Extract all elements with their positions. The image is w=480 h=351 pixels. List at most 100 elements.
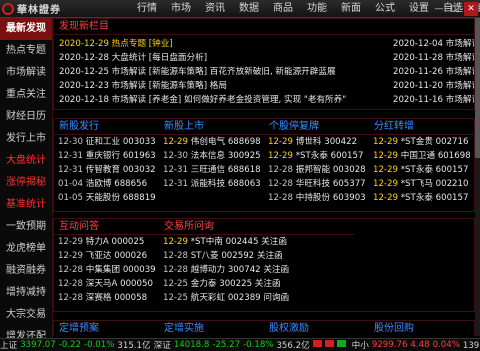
- news-item[interactable]: 2020-12-28 大盘统计 [每日盘面分析]: [54, 51, 384, 65]
- list-item[interactable]: 12-29 *ST飞马 002210: [369, 177, 474, 191]
- app-logo[interactable]: 華林證券: [2, 1, 61, 16]
- equity-incentive-title[interactable]: 股权激励: [264, 321, 369, 336]
- placement-done-title[interactable]: 定增实施: [159, 321, 264, 336]
- vertical-scrollbar[interactable]: [475, 18, 480, 336]
- scrollbar-thumb[interactable]: [475, 18, 480, 158]
- sz-index-change: -25.27: [212, 340, 241, 350]
- menu-item-news[interactable]: 资讯: [198, 0, 232, 17]
- news-item[interactable]: 2020-12-29 热点专题 [钟业]: [54, 37, 384, 51]
- row-date: 12-30: [163, 151, 188, 161]
- row-name: 深赛格 000058: [85, 293, 148, 303]
- list-item[interactable]: 12-29 伟创电气 688698: [159, 135, 264, 149]
- list-item[interactable]: 12-31 三旺通信 688618: [159, 163, 264, 177]
- sz-index-pct: -0.18%: [243, 340, 274, 350]
- zx-index-value[interactable]: 9299.76: [372, 340, 408, 350]
- exchange-inquiry-title[interactable]: 交易所问询: [159, 219, 354, 235]
- list-item[interactable]: 12-31 传智教育 003032: [54, 163, 159, 177]
- list-item[interactable]: 12-31 派能科技 688063: [159, 177, 264, 191]
- row-name: 天能股份 688819: [85, 193, 156, 203]
- sz-index-value[interactable]: 14018.8: [174, 340, 210, 350]
- row-name: 传智教育 003032: [85, 165, 156, 175]
- menu-item-data[interactable]: 数据: [232, 0, 266, 17]
- news-item[interactable]: 2020-12-18 市场解读 [养老金] 如何做好养老金投资管理, 实现 "老…: [54, 93, 384, 107]
- list-item[interactable]: 12-28 中持股份 603903: [264, 191, 369, 205]
- maximize-icon[interactable]: □: [448, 2, 462, 16]
- list-item[interactable]: 12-28 越博动力 300742 关注函: [159, 263, 354, 277]
- new-issue-column: 新股发行 12-30 征和工业 003033 12-31 重庆银行 601963…: [54, 119, 159, 211]
- list-item[interactable]: 12-29 特力A 000025: [54, 235, 159, 249]
- minimize-icon[interactable]: —: [432, 2, 446, 16]
- row-date: 12-29: [163, 137, 188, 147]
- list-item[interactable]: 12-29 *ST金贵 002716: [369, 135, 474, 149]
- list-item[interactable]: 12-31 重庆银行 601963: [54, 149, 159, 163]
- row-date: 12-31: [58, 165, 83, 175]
- list-item[interactable]: 12-30 征和工业 003033: [54, 135, 159, 149]
- sidebar-item-market-stats[interactable]: 大盘统计: [0, 150, 52, 172]
- interactive-qa-title[interactable]: 互动问答: [54, 219, 159, 235]
- menu-item-function[interactable]: 功能: [300, 0, 334, 17]
- list-item[interactable]: 12-28 深天马A 000050: [54, 277, 159, 291]
- row-date: 12-29: [58, 251, 83, 261]
- sidebar-item-holdings-change[interactable]: 增持减持: [0, 282, 52, 304]
- list-item[interactable]: 12-29 中国卫通 601698: [369, 149, 474, 163]
- list-item[interactable]: 12-29 博世科 300422: [264, 135, 369, 149]
- sidebar-item-benchmark[interactable]: 基准统计: [0, 194, 52, 216]
- sidebar-item-limit-up[interactable]: 涨停揭秘: [0, 172, 52, 194]
- menu-item-formula[interactable]: 公式: [368, 0, 402, 17]
- news-item[interactable]: 2020-12-04 市场解读 [智: [388, 37, 474, 51]
- list-item[interactable]: 12-29 *ST永泰 600157: [369, 191, 474, 205]
- sidebar-item-calendar[interactable]: 财经日历: [0, 106, 52, 128]
- new-issue-title[interactable]: 新股发行: [54, 119, 159, 135]
- menu-item-new-face[interactable]: 新面: [334, 0, 368, 17]
- sidebar-item-block-trade[interactable]: 大宗交易: [0, 304, 52, 326]
- suspension-title[interactable]: 个股停复牌: [264, 119, 369, 135]
- sidebar-item-consensus[interactable]: 一致预期: [0, 216, 52, 238]
- list-item[interactable]: 12-28 深赛格 000058: [54, 291, 159, 305]
- row-date: 12-29: [373, 165, 398, 175]
- sidebar-item-market-analysis[interactable]: 市场解读: [0, 62, 52, 84]
- news-list-left: 2020-12-29 热点专题 [钟业] 2020-12-28 大盘统计 [每日…: [54, 37, 384, 107]
- window-controls: — □ ✕: [430, 0, 478, 17]
- row-name: *ST永泰 600157: [400, 193, 469, 203]
- menu-item-quotes[interactable]: 行情: [130, 0, 164, 17]
- list-item[interactable]: 12-28 振邦智能 003028: [264, 163, 369, 177]
- news-item[interactable]: 2020-11-20 市场解读 [报: [388, 79, 474, 93]
- close-icon[interactable]: ✕: [464, 1, 478, 16]
- list-item[interactable]: 12-25 金力泰 300225 关注函: [159, 277, 354, 291]
- list-item[interactable]: 12-28 华旺科技 605377: [264, 177, 369, 191]
- sidebar-item-latest[interactable]: 最新发现: [0, 18, 52, 40]
- sidebar-item-margin[interactable]: 融资融券: [0, 260, 52, 282]
- list-item[interactable]: 12-29 *ST永泰 600157: [264, 149, 369, 163]
- list-item[interactable]: 12-29 飞亚达 000026: [54, 249, 159, 263]
- row-date: 12-28: [163, 251, 188, 261]
- buyback-title[interactable]: 股份回购: [369, 321, 474, 336]
- sidebar-item-dragon-tiger[interactable]: 龙虎榜单: [0, 238, 52, 260]
- placement-plan-title[interactable]: 定增预案: [54, 321, 159, 336]
- news-item[interactable]: 2020-12-23 市场解读 [新能源车策略] 格局: [54, 79, 384, 93]
- menu-item-commodity[interactable]: 商品: [266, 0, 300, 17]
- dividend-title[interactable]: 分红转增: [369, 119, 474, 135]
- menu-item-market[interactable]: 市场: [164, 0, 198, 17]
- news-item[interactable]: 2020-11-26 市场解读 [抗: [388, 65, 474, 79]
- row-date: 12-28: [268, 193, 293, 203]
- sidebar-item-hot-topics[interactable]: 热点专题: [0, 40, 52, 62]
- row-date: 12-30: [58, 137, 83, 147]
- row-date: 12-28: [268, 165, 293, 175]
- sidebar-item-ipo[interactable]: 发行上市: [0, 128, 52, 150]
- sidebar-item-focus[interactable]: 重点关注: [0, 84, 52, 106]
- news-item[interactable]: 2020-11-16 市场解读 [跨: [388, 93, 474, 107]
- list-item[interactable]: 01-05 天能股份 688819: [54, 191, 159, 205]
- list-item[interactable]: 12-28 ST八菱 002592 关注函: [159, 249, 354, 263]
- row-date: 12-28: [268, 179, 293, 189]
- list-item[interactable]: 01-04 浩欧博 688656: [54, 177, 159, 191]
- row-name: 中持股份 603903: [295, 193, 366, 203]
- list-item[interactable]: 12-30 法本信息 300925: [159, 149, 264, 163]
- sh-index-value[interactable]: 3397.07: [20, 340, 56, 350]
- news-item[interactable]: 2020-12-25 市场解读 [新能源车策略] 百花齐放新破旧, 新能源开辟蓝…: [54, 65, 384, 79]
- list-item[interactable]: 12-25 航天彩虹 002389 问询函: [159, 291, 354, 305]
- list-item[interactable]: 12-29 *ST中南 002445 关注函: [159, 235, 354, 249]
- list-item[interactable]: 12-29 *ST永泰 600157: [369, 163, 474, 177]
- news-item[interactable]: 2020-11-28 市场解读 [扬: [388, 51, 474, 65]
- new-listing-title[interactable]: 新股上市: [159, 119, 264, 135]
- list-item[interactable]: 12-28 中集集团 000039: [54, 263, 159, 277]
